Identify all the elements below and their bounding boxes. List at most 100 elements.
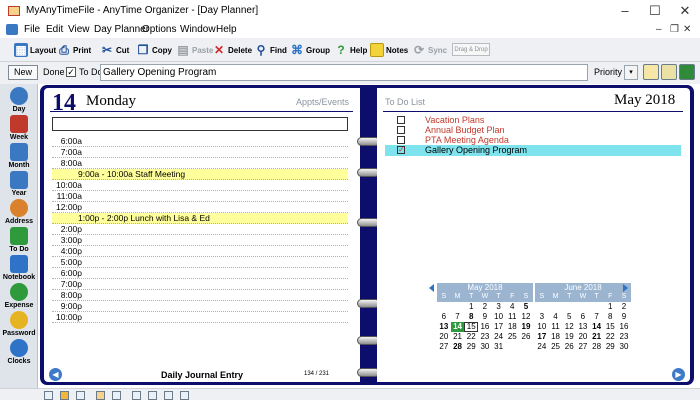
view-icon[interactable] — [44, 391, 53, 400]
sync-button[interactable]: ⟳ Sync — [412, 41, 447, 59]
time-slot[interactable]: 7:00a — [52, 147, 348, 158]
calendar-day[interactable]: 27 — [437, 342, 451, 352]
time-slot[interactable]: 7:00p — [52, 279, 348, 290]
view-icon[interactable] — [96, 391, 105, 400]
todo-item-checkbox-checked[interactable]: ✓ — [397, 146, 405, 154]
calendar-day[interactable]: 31 — [492, 342, 506, 352]
calendar-day[interactable]: 8 — [603, 312, 617, 322]
calendar-day[interactable]: 21 — [451, 332, 465, 342]
calendar-day[interactable]: 22 — [464, 332, 478, 342]
find-button[interactable]: ⚲ Find — [254, 41, 287, 59]
calendar-day[interactable]: 4 — [549, 312, 563, 322]
view-icon[interactable] — [132, 391, 141, 400]
print-button[interactable]: ⎙ Print — [57, 41, 91, 59]
settings-icon[interactable] — [60, 391, 69, 400]
new-button[interactable]: New — [8, 65, 38, 80]
calendar-day[interactable]: 1 — [464, 302, 478, 312]
time-slot[interactable]: 10:00a — [52, 180, 348, 191]
calendar-day[interactable]: 13 — [576, 322, 590, 332]
notes-button[interactable]: Notes — [370, 41, 408, 59]
calendar-day[interactable]: 30 — [617, 342, 631, 352]
menu-help[interactable]: Help — [216, 24, 237, 35]
file-icon[interactable] — [643, 64, 659, 80]
calendar-day[interactable]: 23 — [478, 332, 492, 342]
maximize-button[interactable]: ☐ — [640, 2, 670, 20]
calendar-day[interactable]: 29 — [464, 342, 478, 352]
calendar-day[interactable]: 9 — [617, 312, 631, 322]
calendar-day[interactable]: 17 — [492, 322, 506, 332]
time-slot[interactable]: 6:00p — [52, 268, 348, 279]
calendar-prev-arrow-icon[interactable] — [429, 284, 434, 292]
time-slot[interactable]: 5:00p — [52, 257, 348, 268]
calendar-day[interactable]: 5 — [562, 312, 576, 322]
time-slot[interactable]: 9:00p — [52, 301, 348, 312]
calendar-day[interactable]: 15 — [464, 322, 479, 332]
calendar-day[interactable]: 1 — [603, 302, 617, 312]
task-input[interactable] — [100, 64, 588, 81]
time-slot[interactable]: 8:00a — [52, 158, 348, 169]
spreadsheet-icon[interactable] — [679, 64, 695, 80]
time-slot[interactable]: 2:00p — [52, 224, 348, 235]
view-icon[interactable] — [112, 391, 121, 400]
todo-checkbox[interactable]: ✓ — [66, 67, 76, 77]
calendar-day[interactable]: 7 — [451, 312, 465, 322]
menu-options[interactable]: Options — [142, 24, 176, 35]
appointment-entry-field[interactable] — [52, 117, 348, 131]
notes-list-icon[interactable] — [661, 64, 677, 80]
calendar-day[interactable]: 12 — [562, 322, 576, 332]
calendar-day[interactable]: 11 — [549, 322, 563, 332]
time-slot[interactable]: 11:00a — [52, 191, 348, 202]
calendar-day[interactable]: 29 — [603, 342, 617, 352]
calendar-day[interactable]: 9 — [478, 312, 492, 322]
calendar-day[interactable]: 4 — [505, 302, 519, 312]
sidebar-item-clocks[interactable]: Clocks — [2, 338, 36, 372]
help-button[interactable]: ? Help — [334, 41, 367, 59]
calendar-day[interactable]: 18 — [505, 322, 519, 332]
copy-button[interactable]: ❐ Copy — [136, 41, 172, 59]
cut-button[interactable]: ✂ Cut — [100, 41, 129, 59]
calendar-day[interactable]: 25 — [549, 342, 563, 352]
menu-window[interactable]: Window — [180, 24, 216, 35]
calendar-day[interactable]: 8 — [464, 312, 478, 322]
next-day-button[interactable]: ▶ — [672, 368, 685, 381]
time-slot[interactable]: 10:00p — [52, 312, 348, 323]
menu-file[interactable]: File — [24, 24, 40, 35]
calendar-day[interactable]: 16 — [617, 322, 631, 332]
calendar-day[interactable]: 23 — [617, 332, 631, 342]
mdi-restore-button[interactable]: ❐ — [670, 24, 679, 35]
calendar-day[interactable]: 13 — [437, 322, 451, 332]
priority-dropdown[interactable]: ▾ — [624, 65, 638, 80]
calendar-day[interactable]: 24 — [535, 342, 549, 352]
calendar-next-arrow-icon[interactable] — [623, 284, 628, 292]
todo-item-checkbox[interactable] — [397, 126, 405, 134]
calendar-day[interactable]: 19 — [562, 332, 576, 342]
time-slot[interactable]: 3:00p — [52, 235, 348, 246]
close-button[interactable]: ✕ — [670, 2, 700, 20]
time-slot[interactable]: 6:00a — [52, 136, 348, 147]
calendar-day[interactable]: 14 — [450, 322, 465, 332]
calendar-day[interactable]: 2 — [478, 302, 492, 312]
calendar-day[interactable]: 21 — [590, 332, 604, 342]
calendar-day[interactable]: 15 — [603, 322, 617, 332]
time-slot[interactable]: 8:00p — [52, 290, 348, 301]
calendar-day[interactable]: 16 — [478, 322, 492, 332]
calendar-day[interactable]: 6 — [576, 312, 590, 322]
calendar-day[interactable]: 17 — [535, 332, 549, 342]
calendar-day[interactable]: 19 — [519, 322, 533, 332]
mdi-minimize-button[interactable]: – — [656, 24, 662, 35]
calendar-day[interactable]: 26 — [519, 332, 533, 342]
calendar-day[interactable]: 12 — [519, 312, 533, 322]
view-icon[interactable] — [164, 391, 173, 400]
calendar-day[interactable]: 18 — [549, 332, 563, 342]
calendar-day[interactable]: 3 — [535, 312, 549, 322]
calendar-day[interactable]: 20 — [576, 332, 590, 342]
calendar-day[interactable]: 28 — [451, 342, 465, 352]
drag-drop-area[interactable]: Drag & Drop — [452, 43, 490, 56]
calendar-day[interactable]: 11 — [505, 312, 519, 322]
calendar-day[interactable]: 27 — [576, 342, 590, 352]
calendar-day[interactable]: 10 — [535, 322, 549, 332]
todo-item-checkbox[interactable] — [397, 116, 405, 124]
delete-button[interactable]: ✕ Delete — [212, 41, 252, 59]
calendar-day[interactable]: 26 — [562, 342, 576, 352]
appointment-slot[interactable]: 9:00a - 10:00a Staff Meeting — [52, 169, 348, 180]
